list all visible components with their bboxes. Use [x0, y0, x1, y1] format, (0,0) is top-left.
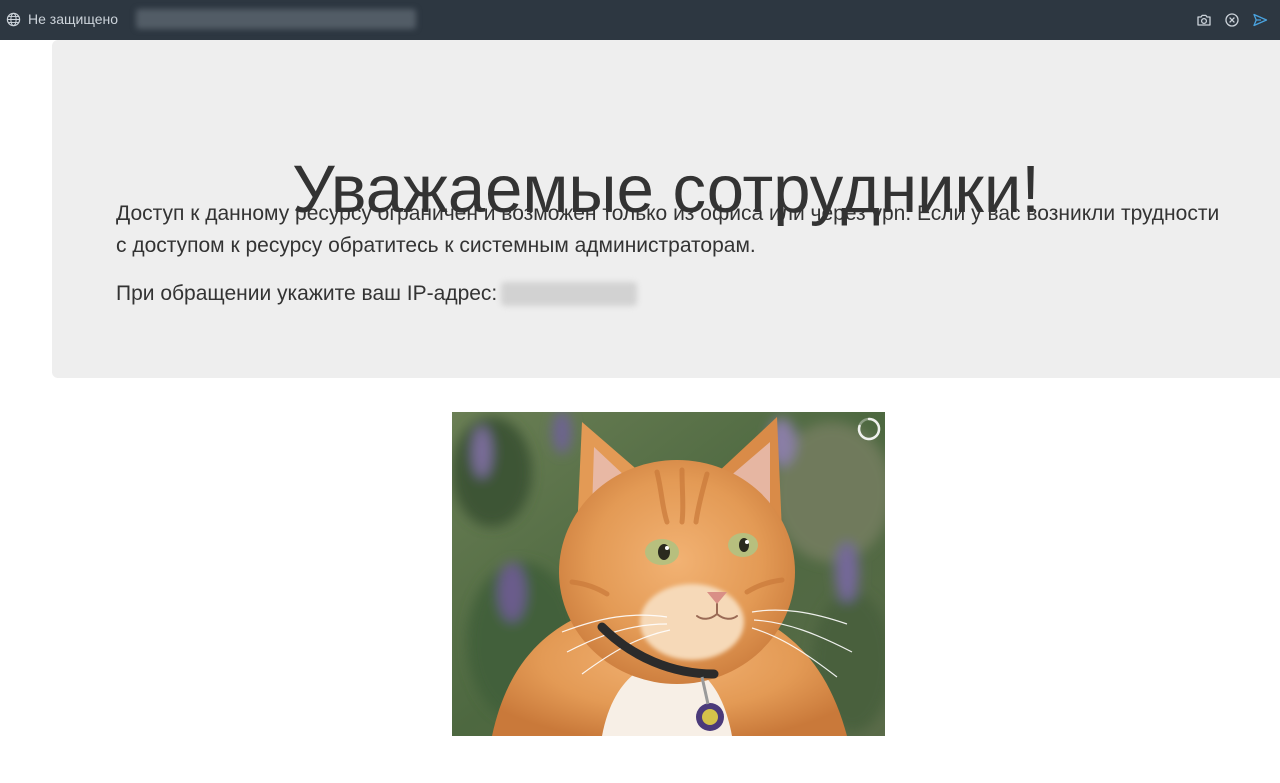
- ip-address-line: При обращении укажите ваш IP-адрес:: [116, 278, 1226, 310]
- access-notice-text: Доступ к данному ресурсу ограничен и воз…: [116, 202, 1220, 257]
- camera-icon[interactable]: [1194, 10, 1214, 30]
- notice-panel: Уважаемые сотрудники! Доступ к данному р…: [52, 40, 1280, 378]
- security-label: Не защищено: [28, 11, 118, 27]
- security-indicator[interactable]: Не защищено: [6, 10, 118, 28]
- ip-address-label: При обращении укажите ваш IP-адрес:: [116, 282, 498, 305]
- send-icon[interactable]: [1250, 10, 1270, 30]
- globe-icon: [6, 12, 21, 27]
- close-circle-icon[interactable]: [1222, 10, 1242, 30]
- browser-toolbar: Не защищено: [0, 0, 1280, 40]
- ip-address-value-redacted: [501, 282, 638, 306]
- cat-photo: [452, 412, 885, 736]
- loading-spinner-icon: [856, 416, 882, 442]
- address-field-redacted[interactable]: [136, 9, 416, 29]
